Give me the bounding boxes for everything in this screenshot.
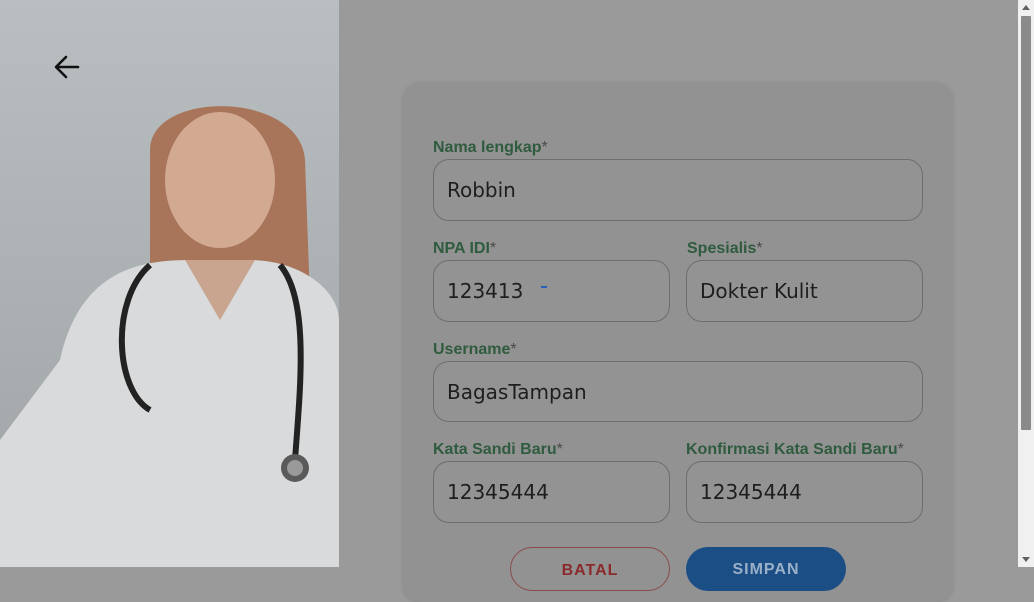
specialist-field[interactable] — [686, 260, 923, 322]
save-button-label: SIMPAN — [732, 561, 800, 578]
specialist-input[interactable] — [700, 279, 909, 303]
doctor-image-panel — [0, 0, 339, 567]
specialist-label: Spesialis* — [687, 240, 763, 257]
vertical-scrollbar[interactable] — [1018, 0, 1034, 567]
username-label: Username* — [433, 341, 517, 358]
new-password-input[interactable] — [447, 480, 656, 504]
scroll-down-arrow-icon[interactable] — [1022, 557, 1030, 562]
full-name-label: Nama lengkap* — [433, 139, 548, 156]
username-input[interactable] — [447, 379, 909, 404]
full-name-input[interactable] — [447, 178, 909, 202]
new-password-field[interactable] — [433, 461, 670, 523]
confirm-password-label: Konfirmasi Kata Sandi Baru* — [686, 441, 904, 458]
cancel-button[interactable]: BATAL — [510, 547, 670, 591]
npa-idi-label: NPA IDI* — [433, 240, 497, 257]
scroll-thumb[interactable] — [1021, 16, 1031, 430]
save-button[interactable]: SIMPAN — [686, 547, 846, 591]
npa-idi-input[interactable] — [447, 279, 656, 303]
text-cursor — [541, 286, 547, 288]
back-button[interactable] — [50, 50, 84, 84]
doctor-illustration — [0, 106, 339, 567]
scroll-up-arrow-icon[interactable] — [1022, 5, 1030, 10]
full-name-field[interactable] — [433, 159, 923, 221]
confirm-password-input[interactable] — [700, 480, 909, 504]
username-field[interactable] — [433, 361, 923, 422]
new-password-label: Kata Sandi Baru* — [433, 441, 563, 458]
arrow-left-icon — [54, 55, 80, 79]
confirm-password-field[interactable] — [686, 461, 923, 523]
cancel-button-label: BATAL — [561, 562, 619, 579]
npa-idi-field[interactable] — [433, 260, 670, 322]
